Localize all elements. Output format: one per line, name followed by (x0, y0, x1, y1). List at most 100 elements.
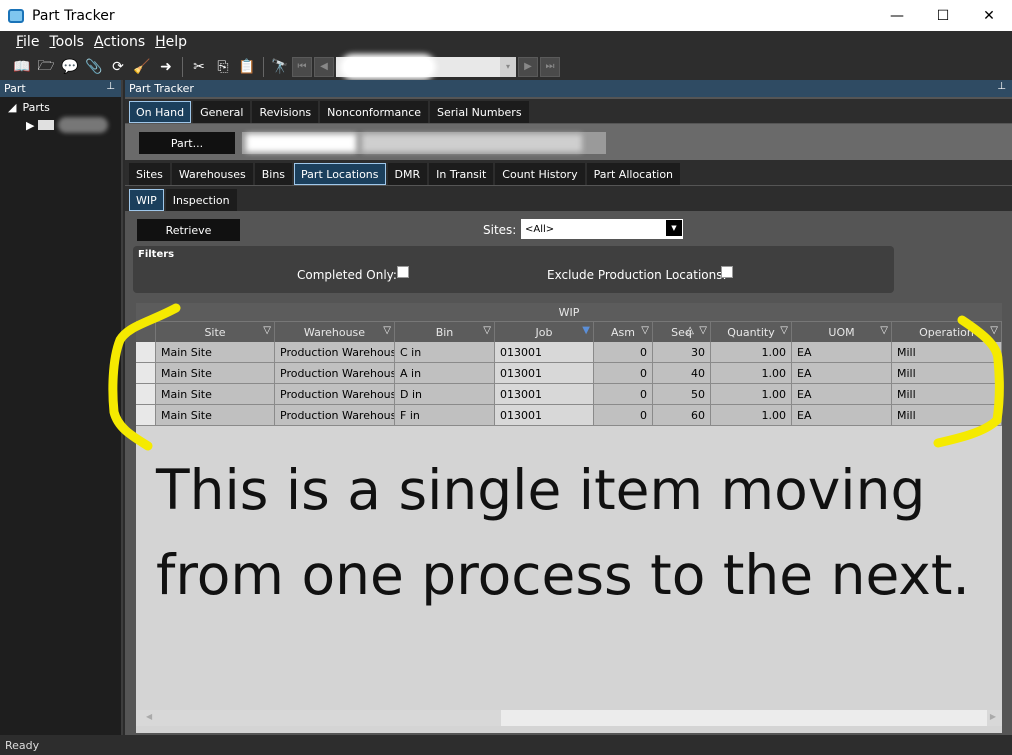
record-selector[interactable]: ▾ (336, 56, 516, 77)
cell-quantity[interactable]: 1.00 (711, 363, 792, 383)
tab-inspection[interactable]: Inspection (165, 189, 237, 211)
menu-help[interactable]: Help (155, 34, 187, 50)
cell-operation[interactable]: Mill (892, 342, 1002, 362)
tab-warehouses[interactable]: Warehouses (171, 163, 253, 185)
cell-asm[interactable]: 0 (594, 405, 653, 425)
tab-wip[interactable]: WIP (129, 189, 164, 211)
cell-warehouse[interactable]: Production Warehous (275, 363, 395, 383)
filter-icon[interactable]: ▽ (383, 325, 391, 336)
retrieve-button[interactable]: Retrieve (137, 219, 240, 241)
menu-tools[interactable]: Tools (49, 34, 84, 50)
filter-icon[interactable]: ▽ (990, 325, 998, 336)
book-icon[interactable]: 📖 (10, 56, 34, 78)
tab-bins[interactable]: Bins (254, 163, 293, 185)
cell-bin[interactable]: A in (395, 363, 495, 383)
collapse-icon[interactable]: ◢ (8, 101, 16, 114)
pin-icon[interactable]: ⊥ (106, 81, 115, 92)
sort-ascending-icon[interactable]: △ (686, 325, 694, 336)
cell-bin[interactable]: C in (395, 342, 495, 362)
cell-job[interactable]: 013001 (495, 342, 594, 362)
column-header-quantity[interactable]: Quantity ▽ (711, 322, 792, 342)
column-header-seq[interactable]: Seq △ ▽ (653, 322, 711, 342)
tab-in-transit[interactable]: In Transit (429, 163, 494, 185)
part-button[interactable]: Part... (139, 132, 235, 154)
scrollbar-thumb[interactable] (501, 710, 987, 726)
scroll-right-icon[interactable]: ▶ (990, 712, 996, 721)
tab-serial-numbers[interactable]: Serial Numbers (430, 101, 529, 123)
filter-icon[interactable]: ▽ (699, 325, 707, 336)
filter-icon[interactable]: ▽ (641, 325, 649, 336)
cell-bin[interactable]: D in (395, 384, 495, 404)
cut-icon[interactable]: ✂ (187, 56, 211, 78)
filter-active-icon[interactable]: ▼ (582, 325, 590, 336)
next-record-icon[interactable]: ▶ (518, 56, 538, 77)
cell-seq[interactable]: 50 (653, 384, 711, 404)
completed-only-checkbox[interactable] (397, 266, 409, 278)
tree-node-part[interactable]: ▶ (0, 117, 121, 133)
tab-on-hand[interactable]: On Hand (129, 101, 192, 123)
copy-icon[interactable]: ⎘ (211, 56, 235, 78)
column-header-site[interactable]: Site ▽ (156, 322, 275, 342)
cell-operation[interactable]: Mill (892, 405, 1002, 425)
exclude-production-checkbox[interactable] (721, 266, 733, 278)
column-header-operation[interactable]: Operation ▽ (892, 322, 1002, 342)
cell-warehouse[interactable]: Production Warehous (275, 342, 395, 362)
cell-seq[interactable]: 60 (653, 405, 711, 425)
menu-actions[interactable]: Actions (94, 34, 145, 50)
tab-revisions[interactable]: Revisions (252, 101, 319, 123)
filter-icon[interactable]: ▽ (483, 325, 491, 336)
open-folder-icon[interactable]: 🗁 (34, 56, 58, 78)
cell-site[interactable]: Main Site (156, 384, 275, 404)
chat-icon[interactable]: 💬 (58, 56, 82, 78)
column-header-asm[interactable]: Asm ▽ (594, 322, 653, 342)
cell-warehouse[interactable]: Production Warehous (275, 405, 395, 425)
previous-record-icon[interactable]: ◀ (314, 56, 334, 77)
column-header-job[interactable]: Job ▼ (495, 322, 594, 342)
cell-uom[interactable]: EA (792, 384, 892, 404)
tab-part-allocation[interactable]: Part Allocation (586, 163, 681, 185)
column-header-uom[interactable]: UOM ▽ (792, 322, 892, 342)
cell-asm[interactable]: 0 (594, 363, 653, 383)
cell-seq[interactable]: 30 (653, 342, 711, 362)
close-button[interactable]: ✕ (966, 0, 1012, 31)
cell-site[interactable]: Main Site (156, 363, 275, 383)
row-selector[interactable] (136, 384, 156, 404)
cell-warehouse[interactable]: Production Warehous (275, 384, 395, 404)
table-row[interactable]: Main Site Production Warehous D in 01300… (136, 384, 1002, 405)
part-field[interactable] (242, 132, 606, 154)
filter-icon[interactable]: ▽ (263, 325, 271, 336)
maximize-button[interactable]: ☐ (920, 0, 966, 31)
column-header-warehouse[interactable]: Warehouse ▽ (275, 322, 395, 342)
tab-dmr[interactable]: DMR (387, 163, 428, 185)
cell-site[interactable]: Main Site (156, 405, 275, 425)
cell-asm[interactable]: 0 (594, 342, 653, 362)
table-row[interactable]: Main Site Production Warehous C in 01300… (136, 342, 1002, 363)
cell-quantity[interactable]: 1.00 (711, 405, 792, 425)
pin-icon[interactable]: ⊥ (997, 81, 1006, 92)
scroll-left-icon[interactable]: ◀ (146, 712, 152, 721)
cell-uom[interactable]: EA (792, 405, 892, 425)
cell-quantity[interactable]: 1.00 (711, 342, 792, 362)
menu-file[interactable]: File (16, 34, 39, 50)
cell-site[interactable]: Main Site (156, 342, 275, 362)
row-selector[interactable] (136, 405, 156, 425)
table-row[interactable]: Main Site Production Warehous F in 01300… (136, 405, 1002, 426)
row-selector[interactable] (136, 342, 156, 362)
cell-quantity[interactable]: 1.00 (711, 384, 792, 404)
first-record-icon[interactable]: ⏮ (292, 56, 312, 77)
column-header-bin[interactable]: Bin ▽ (395, 322, 495, 342)
tab-general[interactable]: General (193, 101, 251, 123)
cell-operation[interactable]: Mill (892, 363, 1002, 383)
cell-uom[interactable]: EA (792, 363, 892, 383)
refresh-icon[interactable]: ⟳ (106, 56, 130, 78)
tree-node-parts[interactable]: ◢ Parts (0, 101, 121, 114)
cell-asm[interactable]: 0 (594, 384, 653, 404)
filter-icon[interactable]: ▽ (880, 325, 888, 336)
clear-icon[interactable]: 🧹 (130, 56, 154, 78)
tab-nonconformance[interactable]: Nonconformance (320, 101, 429, 123)
cell-operation[interactable]: Mill (892, 384, 1002, 404)
expand-icon[interactable]: ▶ (26, 119, 34, 132)
tab-sites[interactable]: Sites (129, 163, 170, 185)
minimize-button[interactable]: — (874, 0, 920, 31)
filter-icon[interactable]: ▽ (780, 325, 788, 336)
